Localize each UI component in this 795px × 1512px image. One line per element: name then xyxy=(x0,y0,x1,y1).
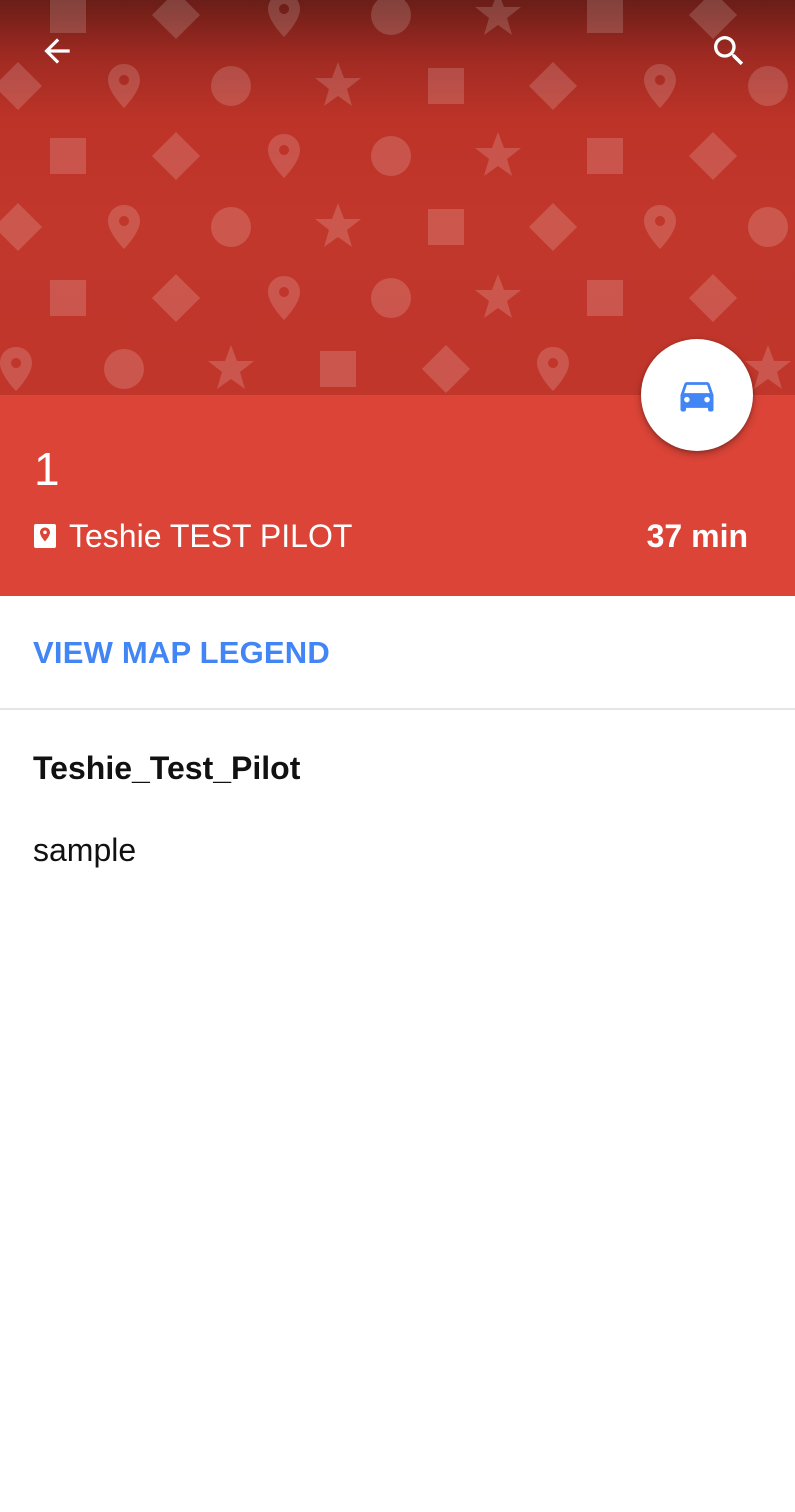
arrow-back-icon xyxy=(44,38,70,64)
description-title: Teshie_Test_Pilot xyxy=(33,750,301,786)
address-row: Teshie TEST PILOT xyxy=(33,514,352,558)
view-map-legend-button[interactable]: VIEW MAP LEGEND xyxy=(33,630,330,676)
place-title: 1 xyxy=(34,443,60,495)
search-button[interactable] xyxy=(699,21,759,81)
travel-time: 37 min xyxy=(646,518,748,554)
search-icon xyxy=(714,36,744,66)
map-pin-icon xyxy=(33,523,57,549)
directions-car-button[interactable] xyxy=(641,339,753,451)
description-text: sample xyxy=(33,832,137,868)
car-icon xyxy=(680,382,714,412)
back-button[interactable] xyxy=(27,21,87,81)
pattern-background xyxy=(0,0,791,394)
divider xyxy=(0,708,795,710)
place-address: Teshie TEST PILOT xyxy=(69,517,353,554)
header-banner xyxy=(0,0,795,395)
